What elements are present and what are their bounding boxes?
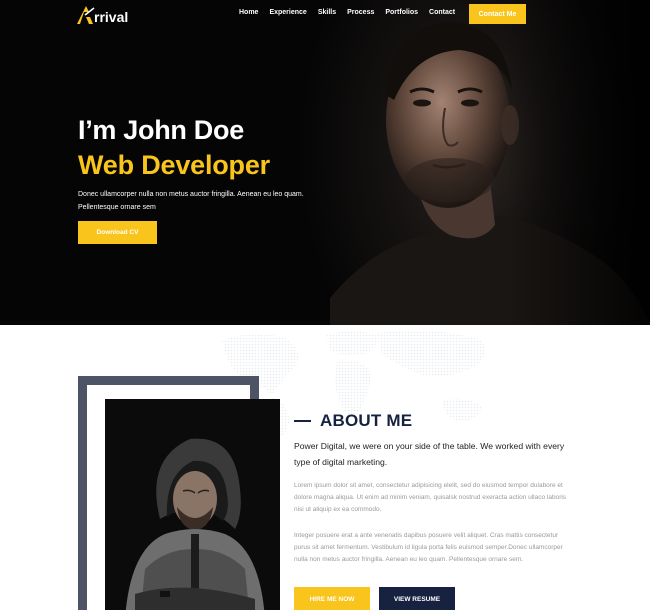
nav-link-contact[interactable]: Contact [429, 9, 455, 16]
nav-link-process[interactable]: Process [347, 9, 374, 16]
hero-role-heading: Web Developer [78, 150, 270, 180]
view-resume-button[interactable]: VIEW RESUME [379, 587, 455, 610]
nav-links: Home Experience Skills Process Portfolio… [239, 9, 466, 16]
download-cv-button[interactable]: Download CV [78, 221, 157, 244]
top-navigation: rrival Home Experience Skills Process Po… [0, 0, 650, 30]
contact-me-button[interactable]: Contact Me [469, 4, 526, 24]
hero-description: Donec ullamcorper nulla non metus auctor… [78, 188, 378, 214]
about-paragraph-2: Integer posuere erat a ante venenatis da… [294, 532, 563, 563]
nav-link-portfolios[interactable]: Portfolios [385, 9, 418, 16]
about-paragraph-1: Lorem ipsum dolor sit amet, consectetur … [294, 482, 567, 513]
brand-logo[interactable]: rrival [76, 5, 128, 25]
hero-name-heading: I’m John Doe [78, 115, 244, 145]
about-portrait-image [105, 399, 280, 610]
about-section: ABOUT ME Power Digital, we were on your … [0, 325, 650, 610]
hire-me-now-button[interactable]: HIRE ME NOW [294, 587, 370, 610]
nav-link-home[interactable]: Home [239, 9, 258, 16]
hero-section: rrival Home Experience Skills Process Po… [0, 0, 650, 325]
nav-link-experience[interactable]: Experience [269, 9, 306, 16]
about-title-dash [294, 420, 311, 422]
hero-portrait-image [330, 0, 650, 325]
logo-a-icon [77, 6, 95, 24]
hero-description-line-1: Donec ullamcorper nulla non metus auctor… [78, 191, 304, 198]
about-title: ABOUT ME [320, 411, 413, 430]
nav-link-skills[interactable]: Skills [318, 9, 336, 16]
logo-text: rrival [94, 9, 129, 25]
hero-description-line-2: Pellentesque ornare sem [78, 204, 156, 211]
about-lead-text: Power Digital, we were on your side of t… [294, 441, 565, 467]
